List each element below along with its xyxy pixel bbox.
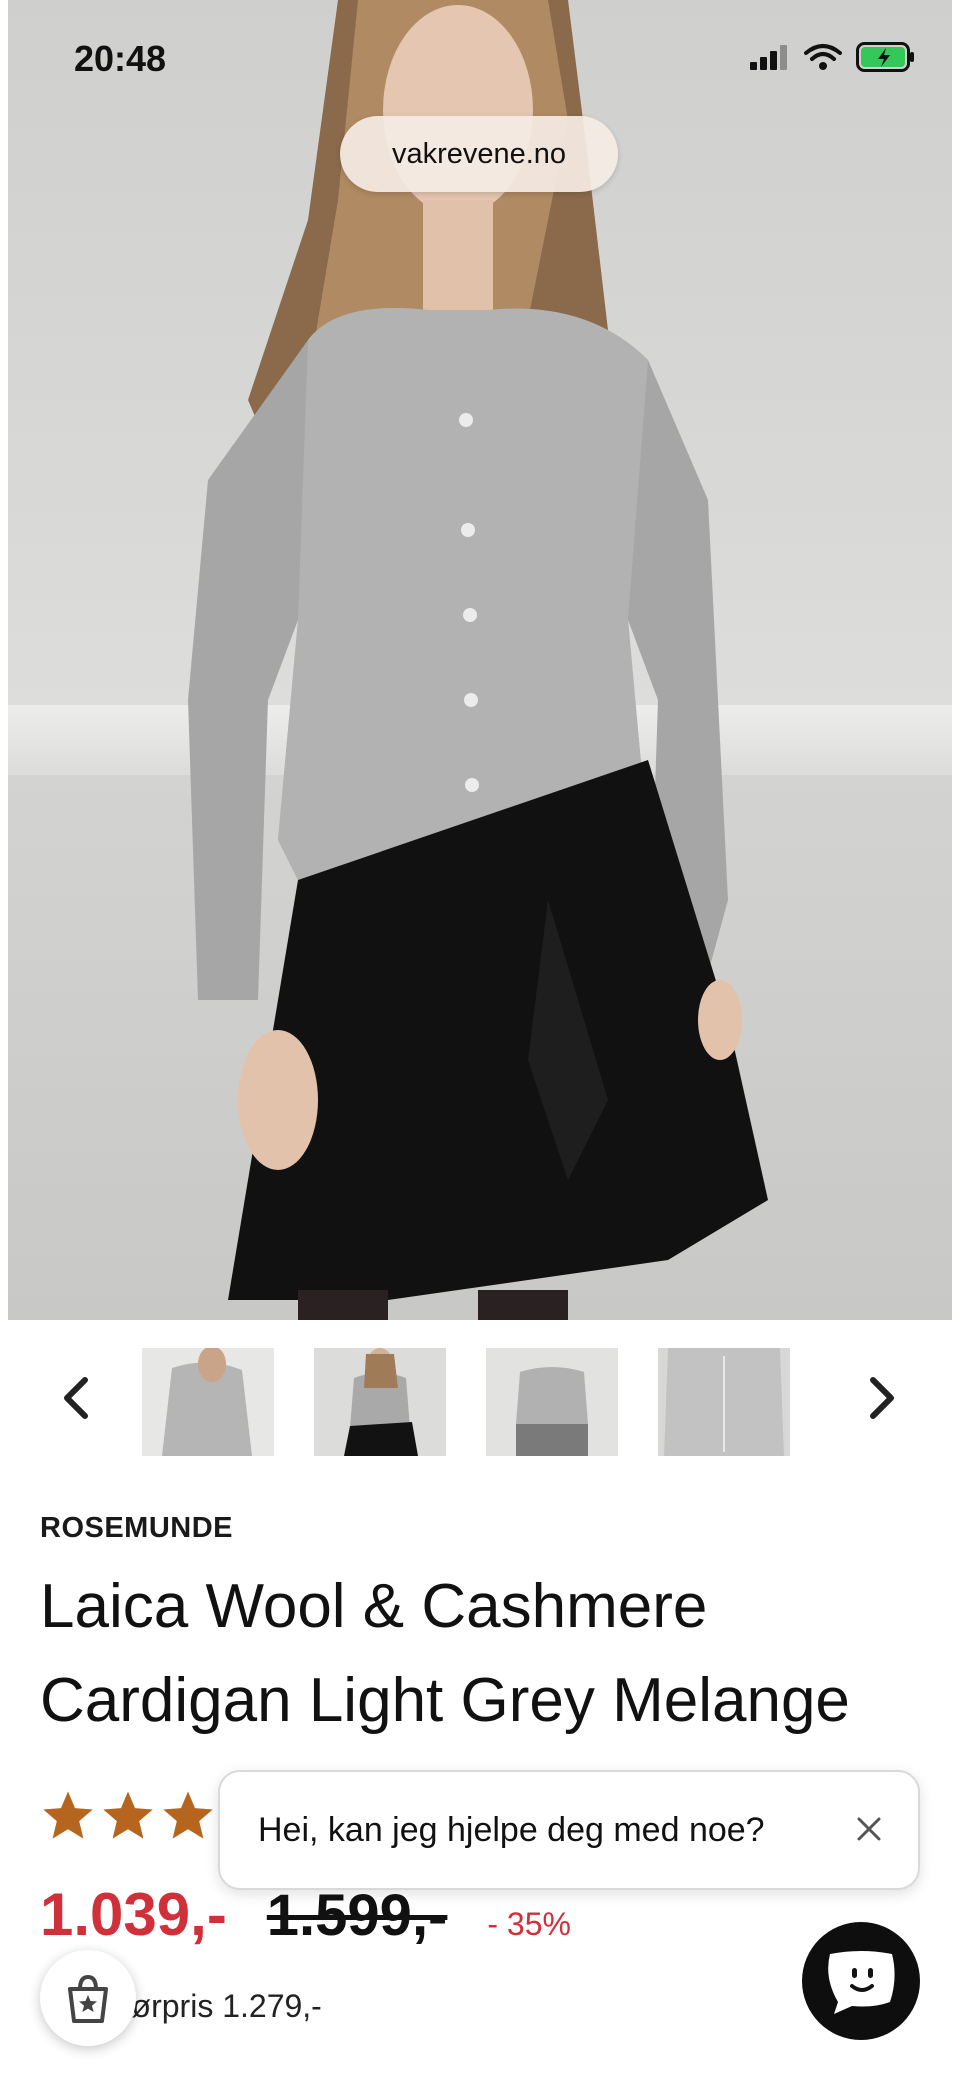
product-title: Laica Wool & Cashmere Cardigan Light Gre…: [40, 1572, 850, 1735]
shop-widget-button[interactable]: [40, 1950, 136, 2046]
chat-launcher-button[interactable]: [802, 1922, 920, 2040]
cellular-signal-icon: [750, 45, 787, 70]
status-bar: 20:48: [0, 0, 960, 120]
chevron-right-icon: [870, 1377, 894, 1419]
star-icon: [163, 1791, 213, 1839]
gallery-next-button[interactable]: [852, 1368, 912, 1428]
reference-price: Førpris 1.279,-: [112, 1988, 322, 2024]
product-main-image[interactable]: [8, 0, 952, 1320]
model-illustration: [188, 0, 768, 1320]
rating-stars[interactable]: [40, 1788, 216, 1844]
current-price: 1.039,-: [40, 1881, 227, 1948]
chat-close-button[interactable]: [856, 1809, 882, 1852]
thumbnail-1[interactable]: [142, 1348, 274, 1456]
price-row: 1.039,- 1.599,- - 35%: [40, 1880, 571, 1949]
thumbnail-2[interactable]: [314, 1348, 446, 1456]
wifi-icon: [804, 44, 842, 70]
thumbnail-1-image: [142, 1348, 274, 1456]
thumbnail-3-image: [486, 1348, 618, 1456]
gallery-prev-button[interactable]: [46, 1368, 106, 1428]
chat-bot-icon: [828, 1951, 895, 2014]
discount-badge: - 35%: [487, 1906, 571, 1942]
thumbnail-4-image: [658, 1348, 790, 1456]
status-time: 20:48: [74, 38, 167, 79]
shopping-bag-star-icon: [68, 1974, 108, 2023]
url-text: vakrevene.no: [391, 137, 567, 170]
thumbnail-gallery: [0, 1346, 960, 1456]
thumbnail-2-image: [314, 1348, 446, 1456]
star-icon: [43, 1791, 93, 1839]
browser-url-bar[interactable]: vakrevene.no: [340, 116, 618, 192]
status-icons: [750, 42, 916, 72]
chevron-left-icon: [64, 1377, 88, 1419]
chat-greeting-popup[interactable]: Hei, kan jeg hjelpe deg med noe?: [218, 1770, 920, 1890]
original-price: 1.599,-: [266, 1883, 448, 1948]
thumbnail-4[interactable]: [658, 1348, 790, 1456]
star-icon: [103, 1791, 153, 1839]
close-icon: [857, 1817, 881, 1840]
battery-charging-icon: [856, 42, 914, 72]
product-brand[interactable]: ROSEMUNDE: [40, 1512, 233, 1545]
thumbnail-3[interactable]: [486, 1348, 618, 1456]
chat-message: Hei, kan jeg hjelpe deg med noe?: [258, 1810, 765, 1849]
